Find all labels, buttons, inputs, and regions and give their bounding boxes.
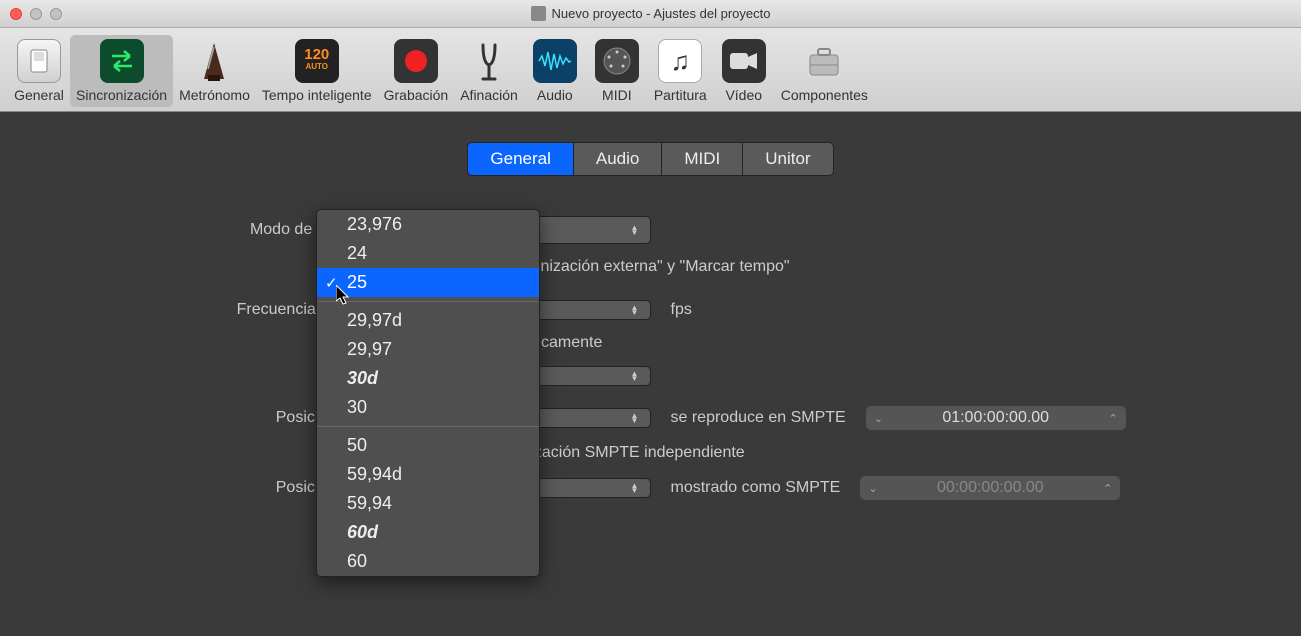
toolbar-item-general[interactable]: General — [8, 35, 70, 107]
waveform-icon — [533, 39, 577, 83]
smpte-value-1: 01:00:00:00.00 — [942, 409, 1049, 427]
toolbar-label: Metrónomo — [179, 87, 250, 103]
toolbar-item-midi[interactable]: MIDI — [586, 35, 648, 107]
form: Modo de sincronización: Interno ▲▼ mente… — [101, 206, 1201, 510]
shown-as-text: mostrado como SMPTE — [671, 479, 841, 497]
dd-item-59-94d[interactable]: 59,94d — [317, 460, 539, 489]
frame-rate-dropdown: 23,976 24 ✓ 25 29,97d 29,97 30d 30 50 59… — [316, 209, 540, 577]
chevron-up-icon: ⌃ — [1103, 482, 1112, 495]
toolbar-label: MIDI — [602, 87, 632, 103]
plays-at-text: se reproduce en SMPTE — [671, 409, 846, 427]
smpte-field-1[interactable]: ⌄ 01:00:00:00.00 ⌃ — [866, 406, 1126, 430]
toolbar-label: Afinación — [460, 87, 518, 103]
window-title-text: Nuevo proyecto - Ajustes del proyecto — [552, 6, 771, 21]
toolbar-item-video[interactable]: Vídeo — [713, 35, 775, 107]
dd-item-23-976[interactable]: 23,976 — [317, 210, 539, 239]
midi-icon — [595, 39, 639, 83]
smpte-field-2[interactable]: ⌄ 00:00:00:00.00 ⌃ — [860, 476, 1120, 500]
chevron-down-icon: ⌄ — [874, 412, 883, 425]
dropdown-separator — [317, 426, 539, 427]
dd-item-30d[interactable]: 30d — [317, 364, 539, 393]
dd-item-59-94[interactable]: 59,94 — [317, 489, 539, 518]
project-icon — [531, 6, 546, 21]
chevron-down-icon: ⌄ — [868, 482, 877, 495]
toolbar-label: Partitura — [654, 87, 707, 103]
chevron-updown-icon: ▲▼ — [630, 483, 640, 493]
chevron-updown-icon: ▲▼ — [630, 371, 640, 381]
tempo-sub: AUTO — [304, 61, 329, 73]
check-icon: ✓ — [325, 274, 338, 292]
row-frame-rate: Frecuencia de fotogramas ▲▼ fps — [101, 290, 1201, 330]
dd-item-24[interactable]: 24 — [317, 239, 539, 268]
row-auto-enable: mente "Sincronización externa" y "Marcar… — [101, 254, 1201, 290]
music-note-icon: ♫ — [658, 39, 702, 83]
camera-icon — [722, 39, 766, 83]
toolbar-label: Componentes — [781, 87, 868, 103]
smart-tempo-icon: 120 AUTO — [295, 39, 339, 83]
tab-audio[interactable]: Audio — [573, 142, 661, 176]
chevron-updown-icon: ▲▼ — [630, 305, 640, 315]
dd-item-50[interactable]: 50 — [317, 431, 539, 460]
toolbar-item-tuning[interactable]: Afinación — [454, 35, 524, 107]
toolbar-label: Vídeo — [725, 87, 762, 103]
row-bar-position-2: Posición del compás ▲▼ mostrado como SMP… — [101, 466, 1201, 510]
tab-unitor[interactable]: Unitor — [742, 142, 833, 176]
dd-item-label: 25 — [347, 272, 367, 292]
dd-item-25[interactable]: ✓ 25 — [317, 268, 539, 297]
dd-item-60d[interactable]: 60d — [317, 518, 539, 547]
content-area: General Audio MIDI Unitor Modo de sincro… — [0, 112, 1301, 636]
window-title: Nuevo proyecto - Ajustes del proyecto — [0, 6, 1301, 21]
titlebar: Nuevo proyecto - Ajustes del proyecto — [0, 0, 1301, 28]
tab-general[interactable]: General — [467, 142, 572, 176]
toolbar-item-smart-tempo[interactable]: 120 AUTO Tempo inteligente — [256, 35, 378, 107]
row-validate-mtc: Validar MTC ▲▼ — [101, 356, 1201, 396]
dd-item-29-97[interactable]: 29,97 — [317, 335, 539, 364]
fps-unit: fps — [671, 301, 1221, 319]
dropdown-separator — [317, 301, 539, 302]
toolbar-item-components[interactable]: Componentes — [775, 35, 874, 107]
toolbar-item-audio[interactable]: Audio — [524, 35, 586, 107]
switch-icon — [17, 39, 61, 83]
toolbar-label: Tempo inteligente — [262, 87, 372, 103]
tempo-badge: 120 — [304, 49, 329, 61]
toolbar-item-sync[interactable]: Sincronización — [70, 35, 173, 107]
toolbar-label: Sincronización — [76, 87, 167, 103]
dd-item-30[interactable]: 30 — [317, 393, 539, 422]
row-independent-offset: nto de visualización SMPTE independiente — [101, 440, 1201, 466]
toolbar-item-metronome[interactable]: Metrónomo — [173, 35, 256, 107]
metronome-icon — [192, 39, 236, 83]
briefcase-icon — [802, 39, 846, 83]
record-icon — [394, 39, 438, 83]
row-sync-mode: Modo de sincronización: Interno ▲▼ — [101, 206, 1201, 254]
smpte-value-2: 00:00:00:00.00 — [937, 479, 1044, 497]
dd-item-60[interactable]: 60 — [317, 547, 539, 576]
tab-midi[interactable]: MIDI — [661, 142, 742, 176]
toolbar-label: Audio — [537, 87, 573, 103]
tuning-fork-icon — [467, 39, 511, 83]
row-detect-mtc: MTC automáticamente — [101, 330, 1201, 356]
chevron-updown-icon: ▲▼ — [630, 413, 640, 423]
toolbar-label: General — [14, 87, 64, 103]
toolbar-item-score[interactable]: ♫ Partitura — [648, 35, 713, 107]
toolbar-label: Grabación — [384, 87, 449, 103]
segmented-tabs: General Audio MIDI Unitor — [0, 142, 1301, 176]
toolbar: General Sincronización Metrónomo 120 AUT… — [0, 28, 1301, 112]
chevron-up-icon: ⌃ — [1108, 412, 1117, 425]
dd-item-29-97d[interactable]: 29,97d — [317, 306, 539, 335]
chevron-updown-icon: ▲▼ — [630, 225, 640, 235]
row-bar-position-1: Posición del compás ▲▼ se reproduce en S… — [101, 396, 1201, 440]
toolbar-item-recording[interactable]: Grabación — [378, 35, 455, 107]
sync-icon — [100, 39, 144, 83]
